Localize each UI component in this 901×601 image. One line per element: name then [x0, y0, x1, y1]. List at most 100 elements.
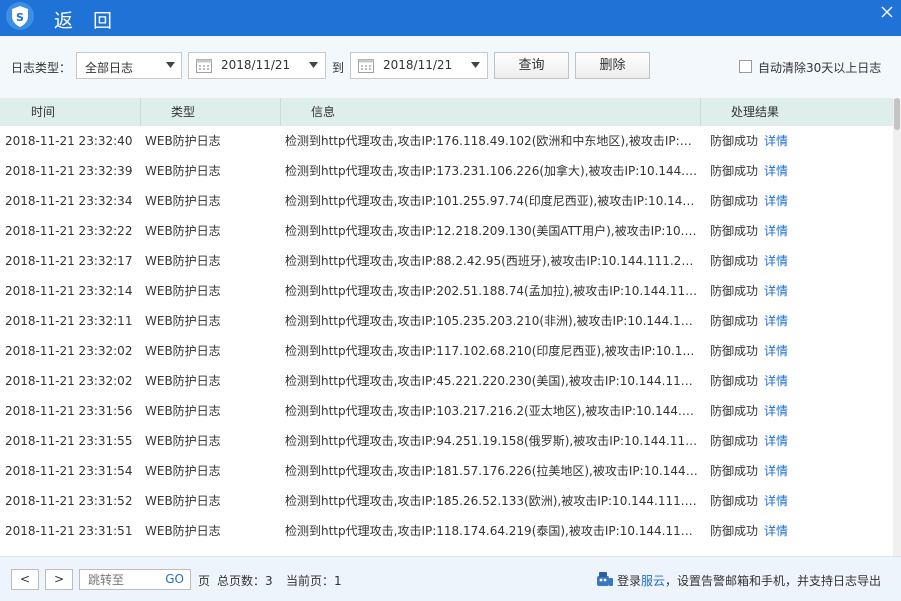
- table-row: 2018-11-21 23:31:56 WEB防护日志 检测到http代理攻击,…: [0, 396, 893, 426]
- detail-link[interactable]: 详情: [764, 426, 804, 456]
- next-page-button[interactable]: >: [45, 569, 73, 590]
- detail-link[interactable]: 详情: [764, 276, 804, 306]
- row-result: 防御成功: [710, 404, 759, 418]
- log-table-body: 2018-11-21 23:32:40 WEB防护日志 检测到http代理攻击,…: [0, 126, 893, 556]
- row-result: 防御成功: [710, 434, 759, 448]
- table-row: 2018-11-21 23:32:11 WEB防护日志 检测到http代理攻击,…: [0, 306, 893, 336]
- table-row: 2018-11-21 23:31:54 WEB防护日志 检测到http代理攻击,…: [0, 456, 893, 486]
- row-info: 检测到http代理攻击,攻击IP:103.217.216.2(亚太地区),被攻击…: [285, 404, 698, 418]
- detail-link[interactable]: 详情: [764, 156, 804, 186]
- row-result: 防御成功: [710, 164, 759, 178]
- row-time: 2018-11-21 23:31:56: [5, 404, 133, 418]
- row-info: 检测到http代理攻击,攻击IP:176.118.49.102(欧洲和中东地区)…: [285, 134, 698, 148]
- vertical-scrollbar[interactable]: [893, 98, 901, 556]
- go-button[interactable]: GO: [165, 572, 184, 586]
- row-info: 检测到http代理攻击,攻击IP:45.221.220.230(美国),被攻击I…: [285, 374, 698, 388]
- row-type: WEB防护日志: [145, 464, 221, 478]
- row-type: WEB防护日志: [145, 434, 221, 448]
- row-time: 2018-11-21 23:32:02: [5, 344, 133, 358]
- table-row: 2018-11-21 23:32:39 WEB防护日志 检测到http代理攻击,…: [0, 156, 893, 186]
- date-range-separator: 到: [332, 61, 345, 75]
- row-time: 2018-11-21 23:32:40: [5, 134, 133, 148]
- cloud-login-link[interactable]: 服云: [641, 574, 665, 588]
- start-date-picker[interactable]: 2018/11/21: [188, 52, 326, 79]
- auto-clear-checkbox[interactable]: [739, 60, 752, 73]
- row-info: 检测到http代理攻击,攻击IP:12.218.209.130(美国ATT用户)…: [285, 224, 698, 238]
- log-type-select[interactable]: 全部日志: [76, 52, 182, 79]
- detail-link[interactable]: 详情: [764, 516, 804, 546]
- row-info: 检测到http代理攻击,攻击IP:105.235.203.210(非洲),被攻击…: [285, 314, 698, 328]
- row-info: 检测到http代理攻击,攻击IP:94.251.19.158(俄罗斯),被攻击I…: [285, 434, 698, 448]
- row-time: 2018-11-21 23:32:22: [5, 224, 133, 238]
- row-result: 防御成功: [710, 224, 759, 238]
- calendar-icon: [358, 59, 374, 73]
- detail-link[interactable]: 详情: [764, 186, 804, 216]
- chevron-down-icon: [471, 62, 480, 68]
- back-button[interactable]: 返 回: [0, 0, 130, 36]
- log-type-label: 日志类型：: [11, 61, 72, 75]
- table-row: 2018-11-21 23:32:14 WEB防护日志 检测到http代理攻击,…: [0, 276, 893, 306]
- row-info: 检测到http代理攻击,攻击IP:88.2.42.95(西班牙),被攻击IP:1…: [285, 254, 698, 268]
- detail-link[interactable]: 详情: [764, 396, 804, 426]
- close-icon[interactable]: [879, 4, 895, 20]
- delete-button[interactable]: 删除: [575, 52, 650, 79]
- row-type: WEB防护日志: [145, 524, 221, 538]
- column-header-time: 时间: [31, 105, 56, 119]
- row-result: 防御成功: [710, 314, 759, 328]
- total-pages-label: 总页数：3: [217, 574, 273, 588]
- row-result: 防御成功: [710, 464, 759, 478]
- table-header: 时间 类型 信息 处理结果: [0, 98, 893, 126]
- chevron-down-icon: [166, 62, 175, 68]
- login-notice: 登录服云，设置告警邮箱和手机，并支持日志导出: [617, 572, 881, 589]
- row-time: 2018-11-21 23:32:39: [5, 164, 133, 178]
- query-button[interactable]: 查询: [494, 52, 569, 79]
- detail-link[interactable]: 详情: [764, 306, 804, 336]
- row-type: WEB防护日志: [145, 164, 221, 178]
- row-info: 检测到http代理攻击,攻击IP:101.255.97.74(印度尼西亚),被攻…: [285, 194, 698, 208]
- end-date-picker[interactable]: 2018/11/21: [350, 52, 488, 79]
- table-row: 2018-11-21 23:31:55 WEB防护日志 检测到http代理攻击,…: [0, 426, 893, 456]
- column-header-info: 信息: [311, 105, 336, 119]
- row-result: 防御成功: [710, 134, 759, 148]
- row-info: 检测到http代理攻击,攻击IP:118.174.64.219(泰国),被攻击I…: [285, 524, 698, 538]
- table-row: 2018-11-21 23:32:34 WEB防护日志 检测到http代理攻击,…: [0, 186, 893, 216]
- row-type: WEB防护日志: [145, 254, 221, 268]
- row-result: 防御成功: [710, 374, 759, 388]
- row-time: 2018-11-21 23:31:54: [5, 464, 133, 478]
- detail-link[interactable]: 详情: [764, 336, 804, 366]
- back-label: 返 回: [54, 10, 120, 32]
- row-type: WEB防护日志: [145, 344, 221, 358]
- row-result: 防御成功: [710, 494, 759, 508]
- row-info: 检测到http代理攻击,攻击IP:117.102.68.210(印度尼西亚),被…: [285, 344, 698, 358]
- row-time: 2018-11-21 23:31:55: [5, 434, 133, 448]
- detail-link[interactable]: 详情: [764, 366, 804, 396]
- row-time: 2018-11-21 23:32:17: [5, 254, 133, 268]
- row-info: 检测到http代理攻击,攻击IP:185.26.52.133(欧洲),被攻击IP…: [285, 494, 698, 508]
- row-time: 2018-11-21 23:32:11: [5, 314, 133, 328]
- page-unit-label: 页: [198, 574, 211, 588]
- column-divider: [700, 98, 701, 126]
- row-info: 检测到http代理攻击,攻击IP:173.231.106.226(加拿大),被攻…: [285, 164, 698, 178]
- row-type: WEB防护日志: [145, 284, 221, 298]
- row-result: 防御成功: [710, 194, 759, 208]
- table-row: 2018-11-21 23:32:17 WEB防护日志 检测到http代理攻击,…: [0, 246, 893, 276]
- auto-clear-label: 自动清除30天以上日志: [758, 61, 882, 75]
- table-row: 2018-11-21 23:31:52 WEB防护日志 检测到http代理攻击,…: [0, 486, 893, 516]
- detail-link[interactable]: 详情: [764, 486, 804, 516]
- detail-link[interactable]: 详情: [764, 216, 804, 246]
- row-result: 防御成功: [710, 344, 759, 358]
- scrollbar-thumb[interactable]: [894, 98, 900, 130]
- start-date-value: 2018/11/21: [221, 58, 291, 72]
- login-text: 登录: [617, 574, 642, 588]
- row-type: WEB防护日志: [145, 404, 221, 418]
- row-type: WEB防护日志: [145, 134, 221, 148]
- robot-icon: [597, 572, 613, 586]
- detail-link[interactable]: 详情: [764, 246, 804, 276]
- table-row: 2018-11-21 23:32:40 WEB防护日志 检测到http代理攻击,…: [0, 126, 893, 156]
- prev-page-button[interactable]: <: [11, 569, 39, 590]
- row-type: WEB防护日志: [145, 374, 221, 388]
- end-date-value: 2018/11/21: [383, 58, 453, 72]
- jump-page-input[interactable]: [80, 570, 160, 589]
- detail-link[interactable]: 详情: [764, 456, 804, 486]
- detail-link[interactable]: 详情: [764, 126, 804, 156]
